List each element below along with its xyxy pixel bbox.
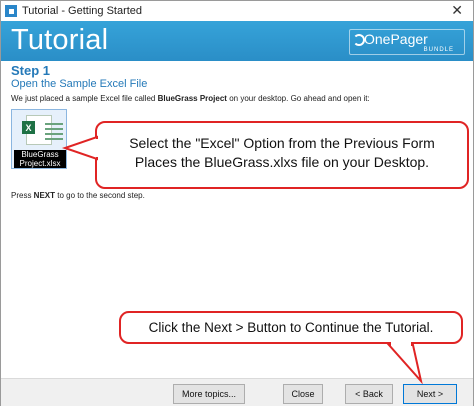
callout-arrow-to-next (386, 344, 423, 385)
callout-excel-option: Select the "Excel" Option from the Previ… (95, 121, 469, 189)
file-label: BlueGrass Project.xlsx (14, 150, 66, 168)
close-button[interactable]: Close (283, 384, 323, 404)
callout-line-2: Places the BlueGrass.xlxs file on your D… (134, 154, 430, 170)
doc-line (45, 123, 63, 125)
callout-next-button: Click the Next > Button to Continue the … (119, 311, 463, 344)
tutorial-banner: Tutorial OnePager BUNDLE (1, 21, 473, 61)
instruction-filename: BlueGrass Project (157, 94, 227, 103)
excel-badge-icon: X (22, 121, 35, 134)
callout-arrow-to-file (61, 135, 98, 161)
instruction-text: We just placed a sample Excel file calle… (11, 94, 370, 103)
callout-arrows (61, 135, 423, 385)
close-icon[interactable]: ✕ (451, 3, 463, 19)
back-button[interactable]: < Back (345, 384, 393, 404)
logo-text: OnePager (364, 31, 428, 47)
step-title: Step 1 (11, 63, 51, 78)
more-topics-button[interactable]: More topics... (173, 384, 245, 404)
tutorial-window: Tutorial - Getting Started ✕ Tutorial On… (0, 0, 474, 406)
window-title: Tutorial - Getting Started (22, 5, 143, 17)
title-bar: Tutorial - Getting Started ✕ (1, 1, 473, 21)
banner-title: Tutorial (11, 24, 109, 56)
press-next-text: Press NEXT to go to the second step. (11, 191, 145, 200)
instruction-prefix: We just placed a sample Excel file calle… (11, 94, 158, 103)
next-button[interactable]: Next > (403, 384, 457, 404)
doc-line (45, 133, 63, 135)
callout-line-1: Select the "Excel" Option from the Previ… (129, 135, 435, 151)
callout-next-text: Click the Next > Button to Continue the … (148, 320, 434, 335)
instruction-suffix: on your desktop. Go ahead and open it: (226, 94, 370, 103)
logo-subtext: BUNDLE (423, 47, 454, 53)
app-icon (5, 5, 17, 17)
desktop-file-item[interactable]: X BlueGrass Project.xlsx (11, 109, 67, 169)
onepager-logo-icon: OnePager BUNDLE (349, 29, 465, 55)
press-next-keyword: NEXT (33, 191, 56, 200)
footer-bar: More topics... Close < Back Next > (1, 378, 473, 406)
step-subtitle: Open the Sample Excel File (11, 78, 148, 90)
doc-line (45, 138, 63, 140)
doc-line (45, 128, 63, 130)
press-suffix: to go to the second step. (55, 191, 145, 200)
press-prefix: Press (11, 191, 34, 200)
